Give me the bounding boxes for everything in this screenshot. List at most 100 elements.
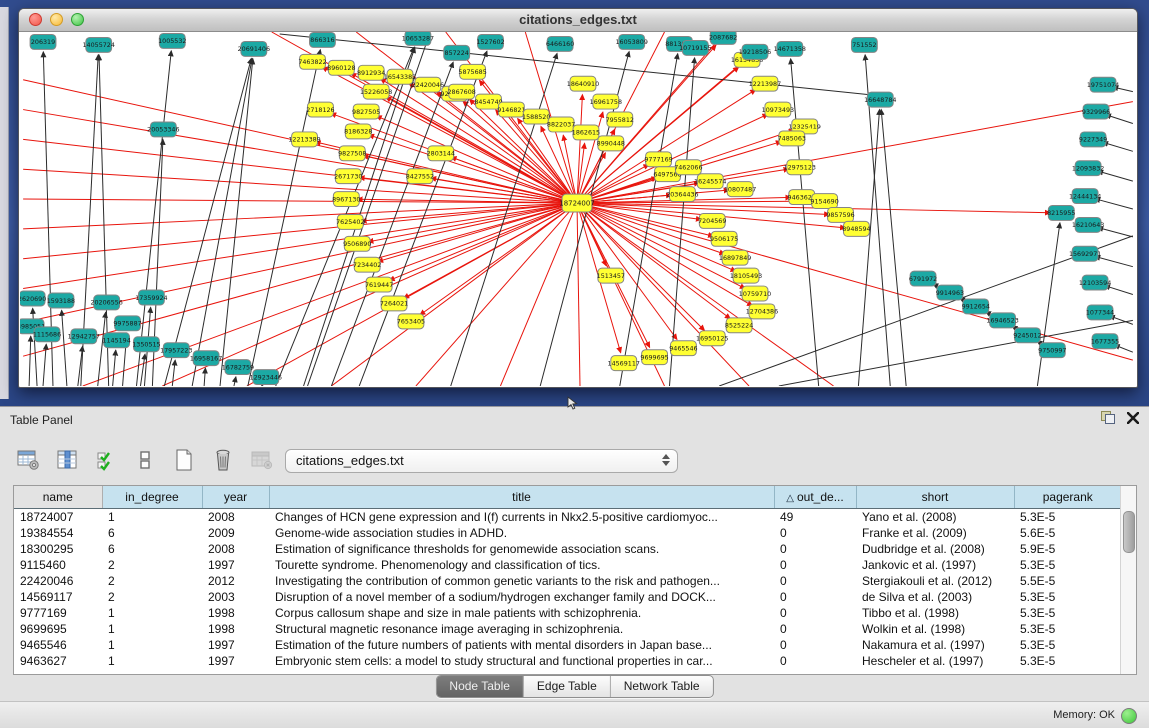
table-row[interactable]: 911546021997Tourette syndrome. Phenomeno… [14,557,1121,573]
tab-node-table[interactable]: Node Table [436,676,524,697]
column-header-name[interactable]: name [14,486,102,509]
graph-edge [204,368,205,386]
table-cell: 0 [774,573,856,589]
table-select-value: citations_edges.txt [296,453,404,468]
graph-node-label: 16946523 [986,318,1018,325]
table-row[interactable]: 946362711997Embryonic stem cells: a mode… [14,653,1121,669]
table-cell: 6 [102,525,202,541]
table-row[interactable]: 969969511998Structural magnetic resonanc… [14,621,1121,637]
graph-node-label: 15692971 [1069,251,1101,258]
table-cell: Jankovic et al. (1997) [856,557,1014,573]
tab-edge-table[interactable]: Edge Table [524,676,611,697]
show-hide-columns-icon[interactable] [92,446,120,474]
create-column-icon[interactable] [170,446,198,474]
delete-column-icon[interactable] [209,446,237,474]
graph-node-label: 9465546 [669,346,697,353]
select-column-icon[interactable] [53,446,81,474]
table-cell: Hescheler et al. (1997) [856,653,1014,669]
zoom-window-button[interactable] [71,13,84,26]
table-cell: 5.3E-5 [1014,653,1121,669]
graph-node-label: 12213987 [749,81,781,88]
table-cell: 14569117 [14,589,102,605]
citation-network-graph[interactable]: 7463822896012889129341654338222420046924… [20,32,1136,386]
graph-node-label: 20206556 [90,300,122,307]
table-select[interactable]: citations_edges.txt [285,449,678,473]
graph-node-label: 866316 [310,37,334,44]
column-header-short[interactable]: short [856,486,1014,509]
column-header-out_de[interactable]: △out_de... [774,486,856,509]
graph-node-label: 1513457 [597,273,625,280]
table-cell: 1997 [202,557,269,573]
graph-node-label: 7462066 [674,165,702,172]
graph-node-label: 2671730 [334,173,362,180]
table-cell: 1 [102,653,202,669]
table-row[interactable]: 1830029562008Estimation of significance … [14,541,1121,557]
table-cell: 1998 [202,621,269,637]
minimize-window-button[interactable] [50,13,63,26]
graph-node-label: 7625402 [336,219,364,226]
close-window-button[interactable] [29,13,42,26]
table-cell: Corpus callosum shape and size in male p… [269,605,774,621]
table-cell: 5.9E-5 [1014,541,1121,557]
network-canvas[interactable]: 7463822896012889129341654338222420046924… [20,32,1136,386]
float-panel-icon[interactable] [1101,411,1115,424]
scrollbar-thumb[interactable] [1123,511,1135,553]
row-options-icon[interactable] [131,446,159,474]
table-cell: 1 [102,509,202,526]
node-table: namein_degreeyeartitle△out_de...shortpag… [13,485,1137,675]
table-row[interactable]: 1456911722003Disruption of a novel membe… [14,589,1121,605]
network-view-window: citations_edges.txt 74638228960128891293… [18,8,1138,388]
graph-node-label: 1593188 [47,298,75,305]
table-header-row[interactable]: namein_degreeyeartitle△out_de...shortpag… [14,486,1121,509]
graph-node-label: 2867608 [447,89,475,96]
table-row[interactable]: 977716911998Corpus callosum shape and si… [14,605,1121,621]
graph-node-label: 17359924 [135,295,167,302]
window-titlebar[interactable]: citations_edges.txt [19,9,1137,32]
memory-ok-indicator-icon[interactable] [1121,708,1137,724]
table-row[interactable]: 1872400712008Changes of HCN gene express… [14,509,1121,526]
graph-edge [234,377,236,386]
graph-node-label: 12103594 [1079,280,1111,287]
table-cell: de Silva et al. (2003) [856,589,1014,605]
graph-node-label: 12325419 [789,124,821,131]
graph-edge [359,51,487,386]
column-header-in_degree[interactable]: in_degree [102,486,202,509]
table-cell: 18724007 [14,509,102,526]
table-cell: 0 [774,589,856,605]
graph-edge [669,58,694,386]
graph-node-label: 8990448 [597,141,625,148]
graph-edge [577,203,580,386]
close-panel-icon[interactable] [1127,412,1139,424]
graph-node-label: 10759710 [739,291,771,298]
graph-node-label: 2087682 [709,34,737,41]
table-cell: Investigating the contribution of common… [269,573,774,589]
table-cell: 5.3E-5 [1014,557,1121,573]
window-controls [29,13,84,26]
table-cell: Dudbridge et al. (2008) [856,541,1014,557]
graph-node-label: 8960128 [327,65,355,72]
table-cell: 0 [774,637,856,653]
table-cell: 1 [102,621,202,637]
table-options-icon[interactable] [14,446,42,474]
vertical-scrollbar[interactable] [1120,486,1136,674]
table-cell: Structural magnetic resonance image aver… [269,621,774,637]
column-header-title[interactable]: title [269,486,774,509]
table-cell: 5.3E-5 [1014,589,1121,605]
table-row[interactable]: 1938455462009Genome-wide association stu… [14,525,1121,541]
tab-network-table[interactable]: Network Table [611,676,713,697]
window-edge-strip [0,7,9,399]
table-cell: 2 [102,557,202,573]
table-toolbar: f(x) [14,445,315,475]
graph-node-label: 1077344 [1086,310,1114,317]
graph-node-label: 9245012 [1013,333,1041,340]
graph-edge [247,203,577,386]
graph-node-label: 14671358 [774,46,806,53]
column-header-year[interactable]: year [202,486,269,509]
graph-edge [113,350,116,386]
column-header-pagerank[interactable]: pagerank [1014,486,1121,509]
table-cell: 2 [102,589,202,605]
graph-node-label: 8822037 [547,122,575,129]
table-row[interactable]: 946554611997Estimation of the future num… [14,637,1121,653]
table-cell: 5.5E-5 [1014,573,1121,589]
table-row[interactable]: 2242004622012Investigating the contribut… [14,573,1121,589]
